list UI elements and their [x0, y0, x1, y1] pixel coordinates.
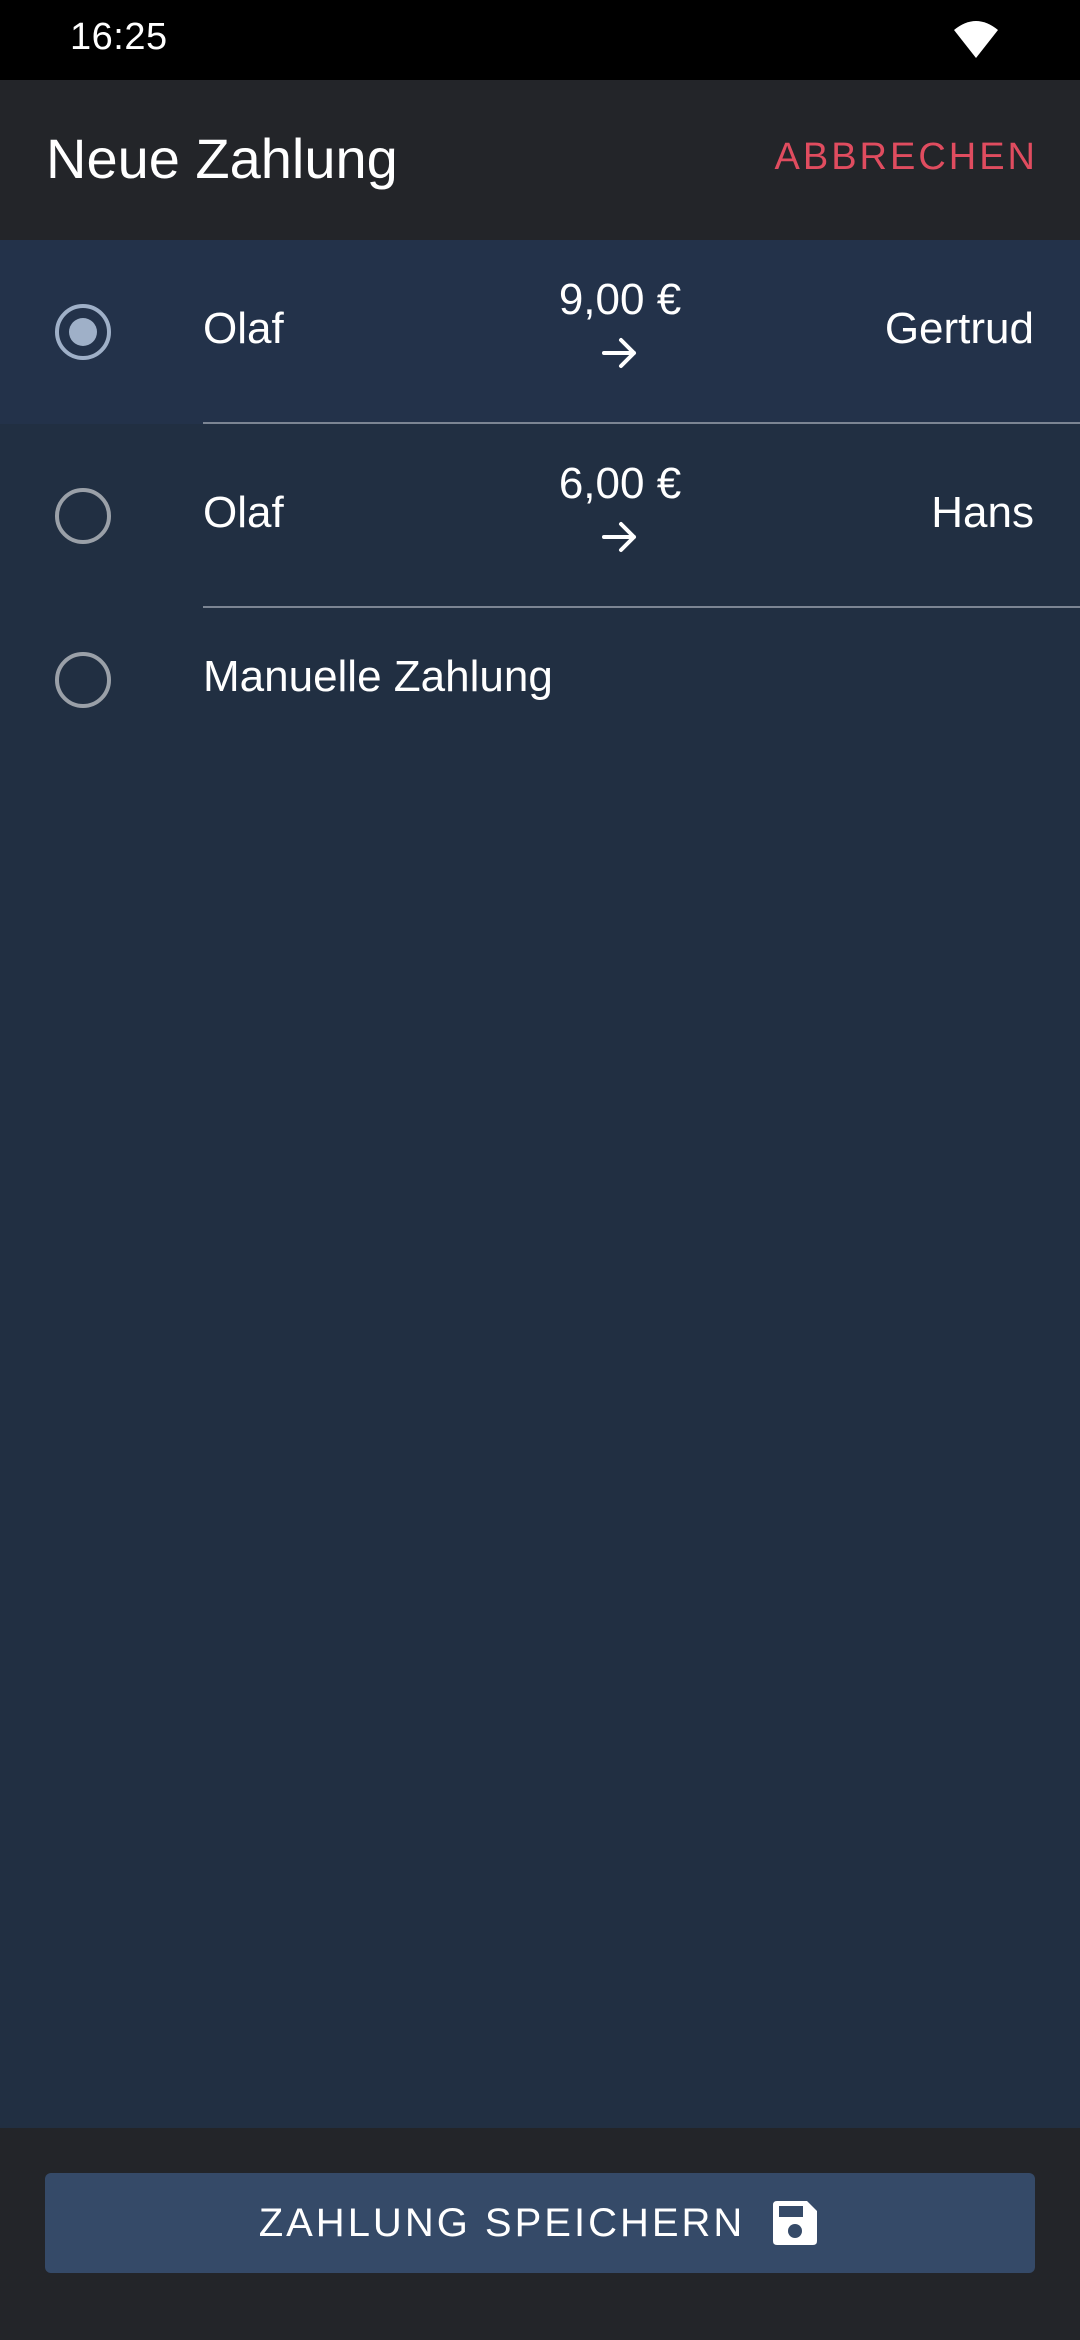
payment-option-row[interactable]: Olaf 6,00 € Hans: [0, 424, 1080, 608]
amount-block: 9,00 €: [520, 270, 720, 370]
radio-button[interactable]: [55, 488, 111, 544]
radio-button[interactable]: [55, 652, 111, 708]
payment-amount: 9,00 €: [558, 275, 682, 324]
page-title: Neue Zahlung: [46, 127, 398, 190]
payee-name: Gertrud: [884, 304, 1034, 353]
payment-option-row[interactable]: Olaf 9,00 € Gertrud: [0, 240, 1080, 424]
amount-block: 6,00 €: [520, 454, 720, 554]
manual-payment-row[interactable]: Manuelle Zahlung: [0, 608, 1080, 748]
save-payment-button[interactable]: ZAHLUNG SPEICHERN: [45, 2173, 1035, 2273]
status-bar: 16:25: [0, 0, 1080, 80]
manual-payment-label: Manuelle Zahlung: [203, 652, 553, 701]
payee-name: Hans: [931, 488, 1034, 537]
save-button-label: ZAHLUNG SPEICHERN: [258, 2200, 746, 2245]
cancel-button[interactable]: ABBRECHEN: [775, 136, 1039, 179]
arrow-right-icon: [602, 338, 636, 368]
status-time: 16:25: [70, 16, 168, 58]
bottom-bar: ZAHLUNG SPEICHERN: [0, 2128, 1080, 2340]
payer-name: Olaf: [203, 304, 284, 353]
floppy-disk-icon: [773, 2201, 818, 2245]
arrow-right-icon: [602, 522, 636, 552]
payment-list: Olaf 9,00 € Gertrud Olaf 6,00 € Hans Man…: [0, 240, 1080, 748]
payment-amount: 6,00 €: [558, 459, 682, 508]
radio-button-selected[interactable]: [55, 304, 111, 360]
app-bar: Neue Zahlung ABBRECHEN: [0, 80, 1080, 240]
wifi-icon: [954, 21, 998, 58]
payer-name: Olaf: [203, 488, 284, 537]
